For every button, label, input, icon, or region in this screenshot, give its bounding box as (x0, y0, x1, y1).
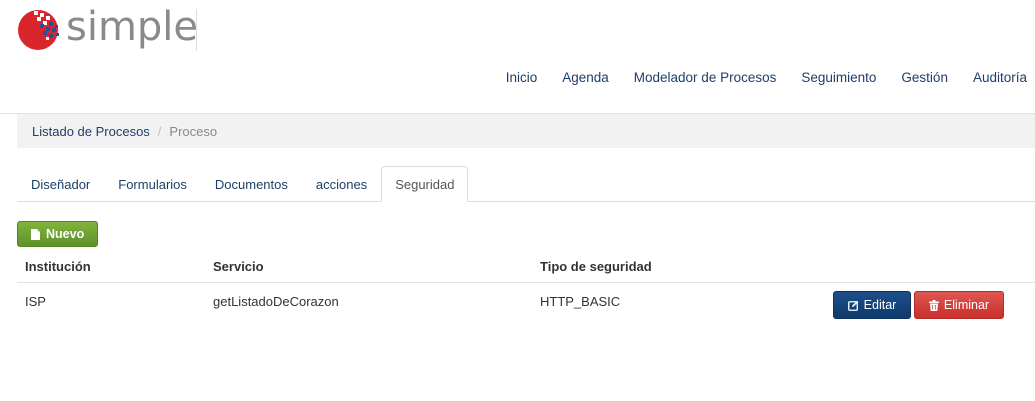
header: simple Inicio Agenda Modelador de Proces… (0, 0, 1035, 108)
new-button[interactable]: Nuevo (17, 221, 98, 247)
new-button-label: Nuevo (46, 227, 85, 241)
cell-institucion: ISP (25, 294, 46, 309)
tab-documentos[interactable]: Documentos (201, 166, 302, 202)
nav-auditoria[interactable]: Auditoría (960, 68, 1035, 88)
breadcrumb-separator: / (157, 123, 162, 139)
breadcrumb: Listado de Procesos / Proceso (17, 114, 1035, 148)
nav-modelador-de-procesos[interactable]: Modelador de Procesos (621, 68, 789, 88)
nav-agenda[interactable]: Agenda (550, 68, 622, 88)
nav-inicio[interactable]: Inicio (493, 68, 550, 88)
nav-gestion[interactable]: Gestión (889, 68, 961, 88)
edit-button[interactable]: Editar (833, 291, 911, 319)
top-navigation: Inicio Agenda Modelador de Procesos Segu… (493, 68, 1035, 88)
logo[interactable]: simple (15, 4, 199, 53)
column-header-tipo-seguridad: Tipo de seguridad (540, 259, 652, 274)
security-table: Institución Servicio Tipo de seguridad I… (17, 252, 1035, 323)
trash-icon (928, 299, 939, 311)
edit-icon (847, 300, 858, 311)
delete-button[interactable]: Eliminar (914, 291, 1004, 319)
document-icon (31, 228, 40, 240)
breadcrumb-parent-link[interactable]: Listado de Procesos (32, 124, 150, 139)
tab-disenador[interactable]: Diseñador (17, 166, 104, 202)
edit-button-label: Editar (863, 298, 897, 312)
breadcrumb-current: Proceso (169, 123, 218, 139)
process-tabs: Diseñador Formularios Documentos accione… (17, 166, 1035, 202)
tab-formularios[interactable]: Formularios (104, 166, 201, 202)
tab-acciones[interactable]: acciones (302, 166, 381, 202)
delete-button-label: Eliminar (943, 298, 990, 312)
cell-tipo-seguridad: HTTP_BASIC (540, 294, 621, 309)
logo-icon (18, 10, 59, 50)
table-header: Institución Servicio Tipo de seguridad (17, 252, 1035, 283)
column-header-servicio: Servicio (213, 259, 264, 274)
nav-seguimiento[interactable]: Seguimiento (789, 68, 889, 88)
tab-seguridad[interactable]: Seguridad (381, 166, 469, 202)
brand-name: simple (66, 4, 199, 50)
logo-divider (196, 9, 197, 51)
column-header-institucion: Institución (25, 259, 91, 274)
cell-servicio: getListadoDeCorazon (213, 294, 339, 309)
